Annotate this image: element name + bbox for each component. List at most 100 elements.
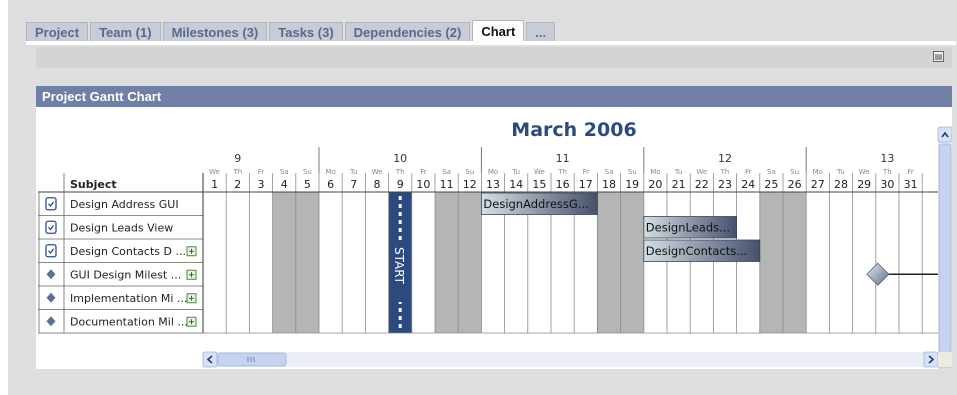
weekday-label: Sa	[280, 168, 289, 176]
tab-milestones-3[interactable]: Milestones (3)	[162, 22, 268, 41]
day-label: 15	[532, 178, 546, 191]
weekday-label: Tu	[674, 168, 683, 176]
day-label: 22	[695, 178, 709, 191]
weekday-label: Mo	[325, 168, 335, 176]
weekday-label: Mo	[650, 168, 660, 176]
month-label: March 2006	[511, 119, 636, 141]
weekday-label: Fr	[907, 168, 914, 176]
day-label: 18	[602, 178, 616, 191]
tab-project[interactable]: Project	[26, 22, 89, 41]
weekday-label: We	[209, 168, 220, 176]
app-background: Project Team (1) Milestones (3) Tasks (3) De…	[8, 0, 957, 395]
gantt-panel: Project Gantt Chart March 2006 START 9 10 11…	[36, 86, 953, 370]
milestone-icon	[46, 269, 56, 280]
weekend-column	[272, 192, 296, 333]
weekday-label: Su	[790, 168, 799, 176]
day-label: 28	[834, 178, 848, 191]
day-label: 19	[625, 178, 639, 191]
toolbar: ▤	[36, 47, 952, 68]
weekend-column	[458, 192, 482, 333]
day-label: 4	[281, 178, 288, 191]
tab-dependencies-2[interactable]: Dependencies (2)	[344, 22, 471, 41]
weekday-label: We	[859, 168, 870, 176]
tab-underline	[26, 41, 956, 45]
row-subject[interactable]: Design Leads View	[70, 221, 173, 234]
task-icon	[45, 197, 57, 211]
weekday-label: Mo	[488, 168, 498, 176]
weekday-label: Th	[882, 168, 892, 176]
day-label: 17	[579, 178, 593, 191]
milestone-diamond[interactable]	[866, 262, 890, 286]
gantt-bar-label[interactable]: DesignLeads...	[646, 221, 730, 235]
tab-chart[interactable]: Chart	[472, 20, 525, 41]
weekend-column	[759, 192, 783, 333]
scroll-right-button[interactable]	[923, 351, 939, 368]
day-label: 2	[234, 178, 241, 191]
day-label: 1	[211, 178, 218, 191]
day-label: 16	[556, 178, 570, 191]
week-label: 11	[556, 152, 570, 165]
week-label: 9	[234, 152, 241, 165]
day-label: 29	[857, 178, 871, 191]
week-label: 12	[718, 152, 732, 165]
weekday-label: Sa	[442, 168, 451, 176]
save-icon[interactable]: ▤	[933, 51, 944, 62]
weekday-label: We	[534, 168, 545, 176]
tab-tasks-3[interactable]: Tasks (3)	[269, 22, 343, 41]
panel-title: Project Gantt Chart	[36, 86, 952, 107]
row-subject[interactable]: Implementation Mi ...	[70, 292, 187, 305]
gantt-bar-label[interactable]: DesignAddressG...	[483, 197, 588, 211]
weekday-label: Fr	[745, 168, 752, 176]
day-label: 8	[374, 178, 381, 191]
tab-team-1[interactable]: Team (1)	[90, 22, 161, 41]
scroll-up-button[interactable]	[937, 126, 953, 143]
weekday-label: Th	[395, 168, 405, 176]
task-icon	[45, 220, 57, 234]
day-label: 14	[509, 178, 523, 191]
weekday-label: We	[372, 168, 383, 176]
tab-more[interactable]: ...	[526, 22, 556, 41]
week-label: 13	[880, 152, 894, 165]
day-label: 24	[741, 178, 755, 191]
weekend-column	[435, 192, 459, 333]
task-icon	[45, 244, 57, 258]
row-subject[interactable]: Documentation Mil ...	[70, 315, 188, 328]
day-label: 30	[880, 178, 894, 191]
day-label: 3	[258, 178, 265, 191]
weekday-label: Su	[465, 168, 474, 176]
milestone-icon	[46, 316, 56, 327]
vertical-scroll-thumb[interactable]	[938, 143, 952, 354]
tab-bar: Project Team (1) Milestones (3) Tasks (3) De…	[26, 20, 557, 41]
day-label: 6	[327, 178, 334, 191]
weekday-label: Fr	[420, 168, 427, 176]
row-subject[interactable]: Design Contacts D ...	[70, 245, 186, 258]
day-label: 11	[440, 178, 454, 191]
row-subject[interactable]: GUI Design Milest ...	[70, 268, 181, 281]
weekday-label: Fr	[583, 168, 590, 176]
horizontal-scrollbar[interactable]	[203, 352, 938, 367]
weekday-label: Fr	[258, 168, 265, 176]
day-label: 25	[764, 178, 778, 191]
day-label: 7	[350, 178, 357, 191]
weekday-label: Sa	[767, 168, 776, 176]
weekday-label: Th	[557, 168, 567, 176]
day-label: 20	[648, 178, 662, 191]
weekday-label: We	[696, 168, 707, 176]
weekend-column	[783, 192, 807, 333]
weekday-label: Mo	[813, 168, 823, 176]
day-label: 9	[397, 178, 404, 191]
day-label: 13	[486, 178, 500, 191]
horizontal-scroll-thumb[interactable]	[217, 352, 287, 367]
gantt-bar-label[interactable]: DesignContacts...	[646, 244, 747, 258]
weekday-label: Tu	[511, 168, 520, 176]
day-label: 26	[788, 178, 802, 191]
scroll-left-button[interactable]	[202, 351, 218, 368]
day-label: 27	[811, 178, 825, 191]
start-label: START	[392, 247, 406, 285]
day-label: 23	[718, 178, 732, 191]
weekend-column	[597, 192, 621, 333]
week-label: 10	[393, 152, 407, 165]
row-subject[interactable]: Design Address GUI	[70, 198, 179, 211]
day-label: 10	[416, 178, 430, 191]
day-label: 31	[904, 178, 918, 191]
